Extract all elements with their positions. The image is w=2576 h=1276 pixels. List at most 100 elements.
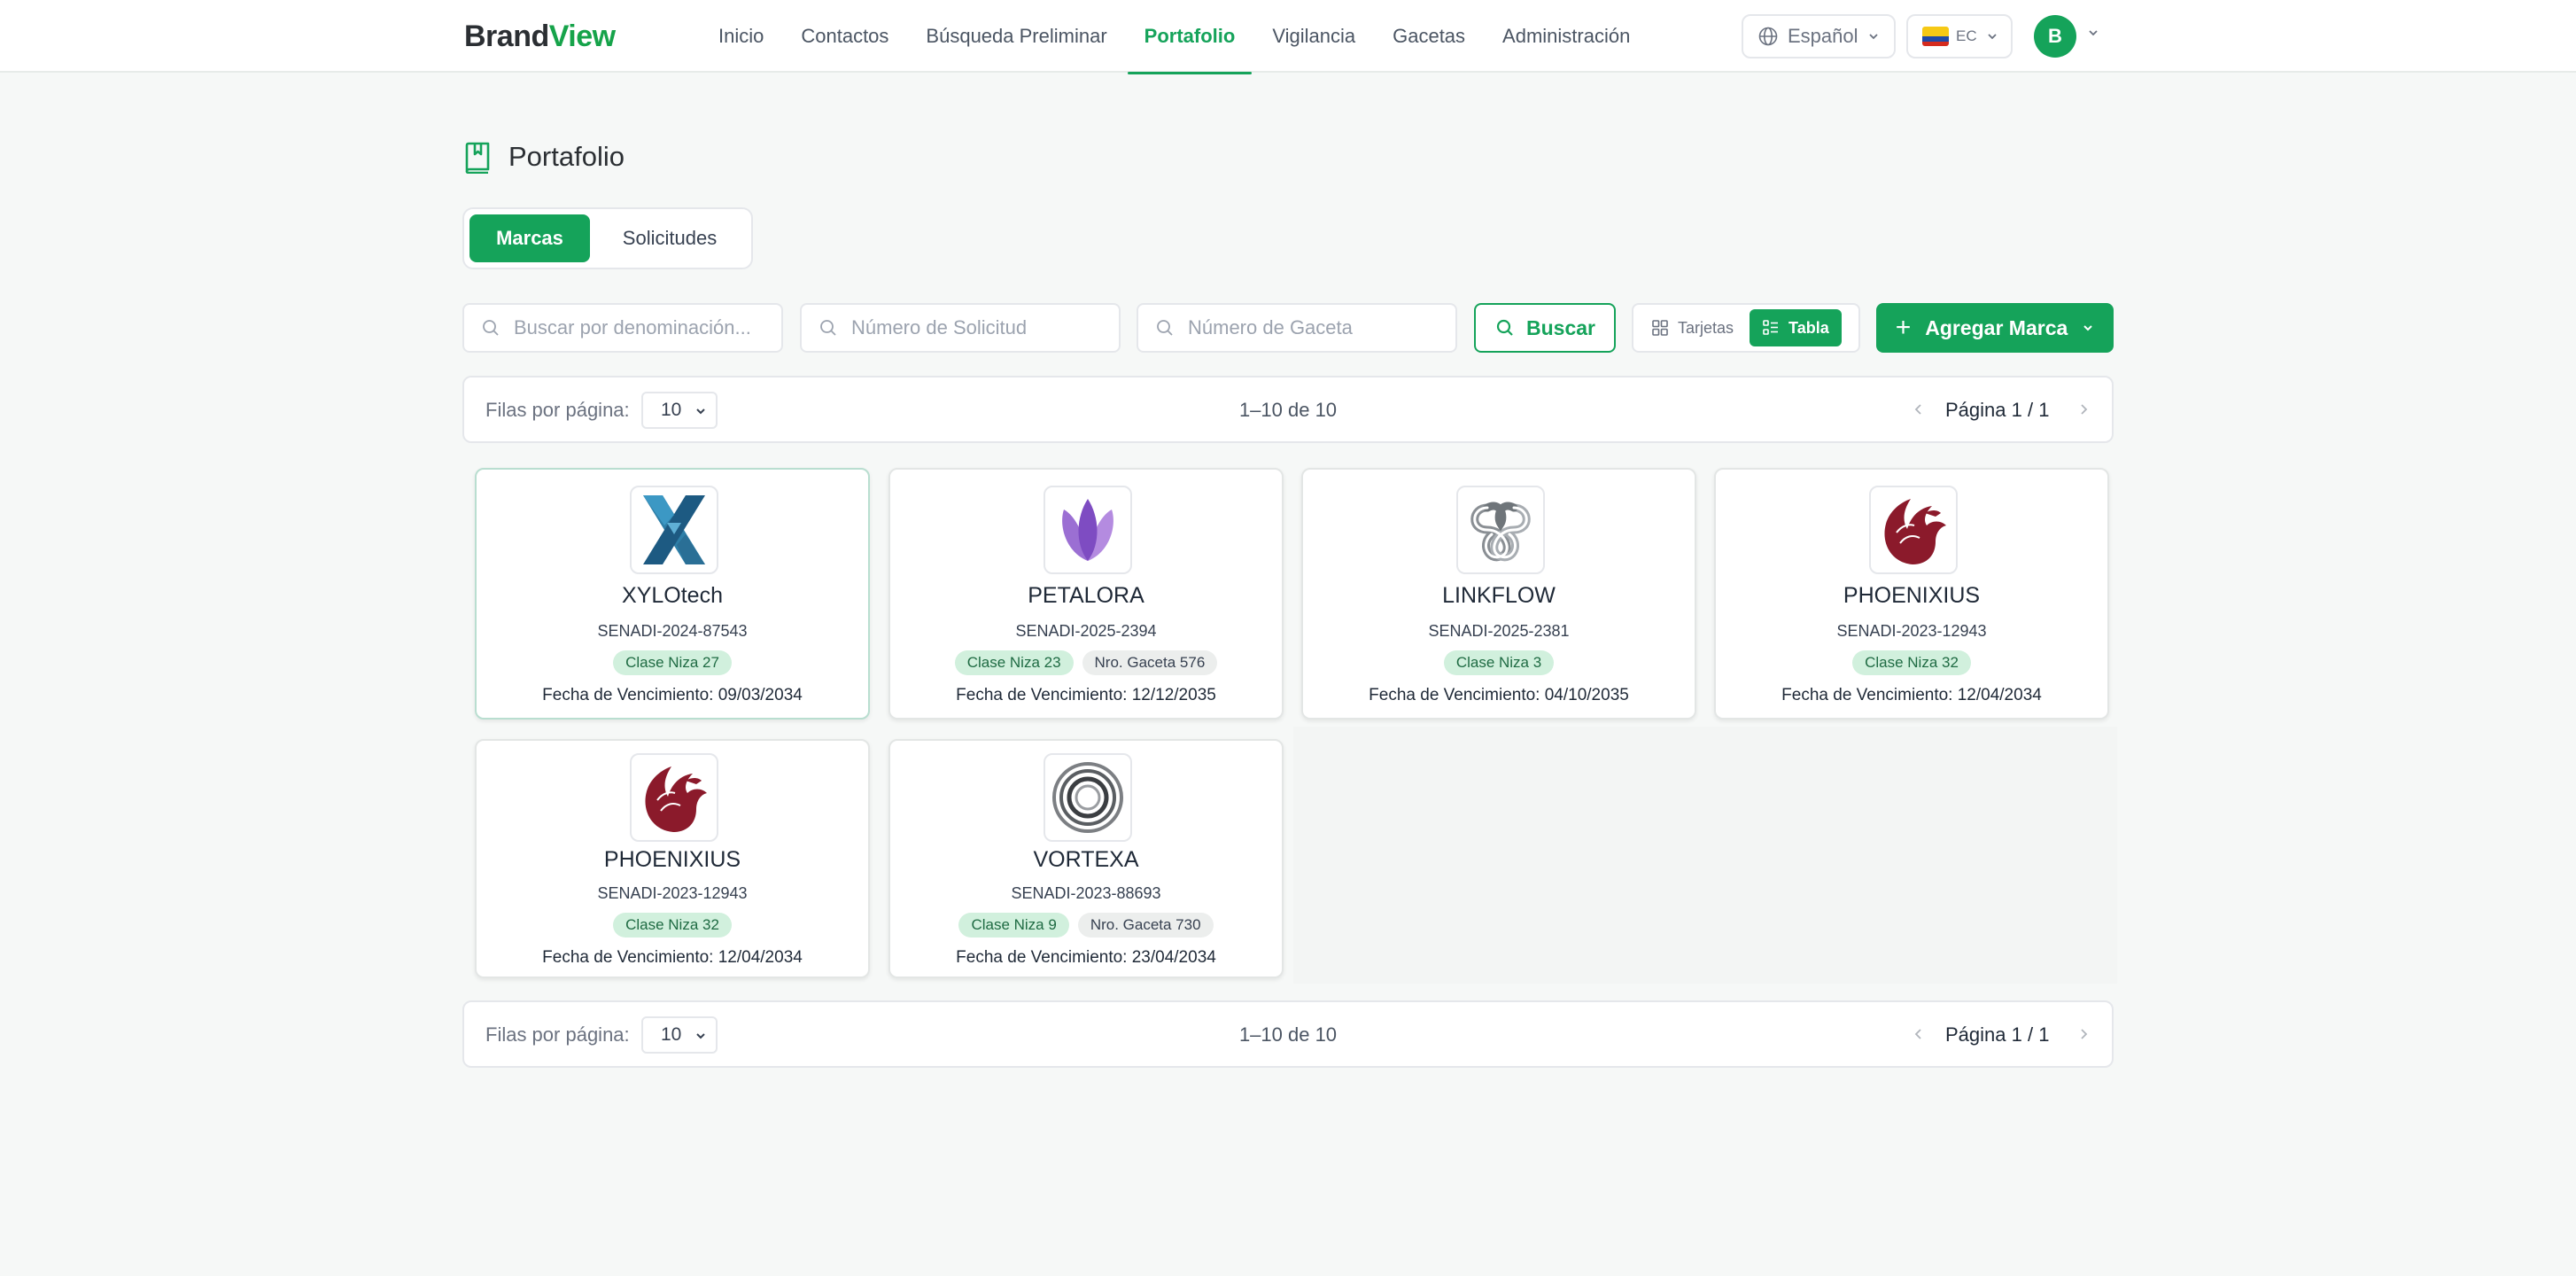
agregar-marca-button[interactable]: + Agregar Marca	[1876, 303, 2114, 353]
expiry-date: Fecha de Vencimiento: 12/12/2035	[956, 686, 1216, 704]
nav-inicio[interactable]: Inicio	[700, 0, 782, 73]
language-selector[interactable]: Español	[1742, 14, 1896, 58]
page-indicator: Página 1 / 1	[1945, 399, 2050, 421]
view-table-label: Tabla	[1788, 318, 1829, 337]
chevron-down-icon	[1987, 34, 1997, 40]
country-selector[interactable]: EC	[1906, 14, 2013, 58]
search-icon	[820, 320, 836, 336]
brand-card[interactable]: PETALORA SENADI-2025-2394 Clase Niza 23 …	[888, 468, 1284, 720]
brand-name: PHOENIXIUS	[1843, 583, 1981, 608]
brand-name: XYLOtech	[622, 583, 723, 608]
denominacion-search-field[interactable]	[462, 303, 783, 353]
brand-card[interactable]: PHOENIXIUS SENADI-2023-12943 Clase Niza …	[1714, 468, 2109, 720]
ecuador-flag-icon	[1922, 27, 1949, 46]
brand-name: PETALORA	[1028, 583, 1144, 608]
chevron-right-icon[interactable]	[2073, 1023, 2094, 1045]
vortexa-rings-logo	[1044, 753, 1132, 842]
expiry-date: Fecha de Vencimiento: 12/04/2034	[542, 948, 803, 967]
portfolio-book-icon	[465, 142, 490, 174]
brand-card[interactable]: PHOENIXIUS SENADI-2023-12943 Clase Niza …	[475, 739, 870, 978]
plus-icon: +	[1895, 313, 1912, 342]
table-list-icon	[1763, 320, 1779, 335]
cards-grid-empty-area	[1293, 727, 2117, 984]
brand-tags: Clase Niza 32	[477, 913, 868, 938]
phoenixius-bird-logo	[630, 753, 718, 842]
clase-niza-badge: Clase Niza 32	[1852, 650, 1971, 675]
buscar-button[interactable]: Buscar	[1474, 303, 1616, 353]
nav-gacetas[interactable]: Gacetas	[1374, 0, 1484, 73]
chevron-down-icon	[696, 1033, 705, 1039]
denominacion-search-input[interactable]	[514, 316, 781, 339]
brand-name: PHOENIXIUS	[603, 847, 741, 872]
gaceta-search-field[interactable]	[1137, 303, 1457, 353]
portfolio-tabs: Marcas Solicitudes	[462, 207, 753, 269]
user-menu-chevron-icon[interactable]	[2087, 27, 2099, 39]
clase-niza-badge: Clase Niza 27	[613, 650, 732, 675]
expiry-date: Fecha de Vencimiento: 09/03/2034	[542, 686, 803, 704]
brand-code: SENADI-2025-2394	[1015, 622, 1157, 640]
brand-code: SENADI-2023-12943	[1836, 622, 1987, 640]
country-code: EC	[1956, 27, 1977, 44]
brand-tags: Clase Niza 3	[1303, 650, 1695, 675]
buscar-label: Buscar	[1526, 315, 1595, 339]
linkflow-knot-logo	[1456, 486, 1545, 574]
clase-niza-badge: Clase Niza 9	[958, 913, 1069, 938]
brand-code: SENADI-2023-88693	[1011, 884, 1161, 902]
brandview-logo[interactable]: BrandView	[464, 18, 616, 55]
rows-per-page-label: Filas por página:	[485, 399, 630, 421]
brand-card[interactable]: LINKFLOW SENADI-2025-2381 Clase Niza 3 F…	[1301, 468, 1696, 720]
brand-code: SENADI-2024-87543	[597, 622, 748, 640]
brand-code: SENADI-2023-12943	[597, 884, 748, 902]
nav-portafolio[interactable]: Portafolio	[1126, 0, 1254, 74]
logo-view-text: View	[548, 19, 616, 53]
gaceta-search-input[interactable]	[1188, 316, 1455, 339]
brand-card[interactable]: VORTEXA SENADI-2023-88693 Clase Niza 9 N…	[888, 739, 1284, 978]
nav-contactos[interactable]: Contactos	[782, 0, 907, 73]
solicitud-search-input[interactable]	[851, 316, 1119, 339]
grid-icon	[1652, 320, 1668, 336]
expiry-date: Fecha de Vencimiento: 23/04/2034	[956, 948, 1216, 967]
view-table-button[interactable]: Tabla	[1750, 309, 1842, 346]
clase-niza-badge: Clase Niza 3	[1443, 650, 1555, 675]
rows-per-page-select[interactable]: 10	[641, 392, 718, 429]
pagination-bottom: Filas por página: 10 1–10 de 10 Página 1…	[462, 1000, 2114, 1068]
gaceta-badge: Nro. Gaceta 730	[1077, 913, 1214, 938]
brand-name: VORTEXA	[1033, 847, 1139, 872]
pagination-top: Filas por página: 10 1–10 de 10 Página 1…	[462, 376, 2114, 443]
chevron-left-icon[interactable]	[1908, 399, 1929, 420]
brand-card[interactable]: XYLOtech SENADI-2024-87543 Clase Niza 27…	[475, 468, 870, 720]
tab-solicitudes[interactable]: Solicitudes	[595, 214, 744, 262]
phoenixius-bird-logo	[1869, 486, 1958, 574]
gaceta-badge: Nro. Gaceta 576	[1082, 650, 1218, 675]
clase-niza-badge: Clase Niza 32	[613, 913, 732, 938]
tab-marcas[interactable]: Marcas	[469, 214, 590, 262]
view-cards-label: Tarjetas	[1678, 318, 1734, 337]
main-nav: Inicio Contactos Búsqueda Preliminar Por…	[700, 0, 1649, 74]
page-title: Portafolio	[508, 141, 625, 172]
brand-tags: Clase Niza 27	[477, 650, 868, 675]
nav-administracion[interactable]: Administración	[1484, 0, 1649, 73]
rows-per-page-select[interactable]: 10	[641, 1016, 718, 1054]
chevron-down-icon	[696, 408, 705, 415]
page-indicator: Página 1 / 1	[1945, 1023, 2050, 1046]
chevron-down-icon	[1868, 34, 1878, 40]
brand-tags: Clase Niza 32	[1716, 650, 2107, 675]
agregar-marca-label: Agregar Marca	[1925, 315, 2068, 339]
chevron-down-icon	[2083, 325, 2093, 331]
brand-tags: Clase Niza 23 Nro. Gaceta 576	[890, 650, 1282, 675]
top-navbar: BrandView Inicio Contactos Búsqueda Prel…	[0, 0, 2576, 74]
user-avatar[interactable]: B	[2034, 15, 2076, 58]
nav-vigilancia[interactable]: Vigilancia	[1253, 0, 1374, 73]
solicitud-search-field[interactable]	[800, 303, 1121, 353]
nav-busqueda-preliminar[interactable]: Búsqueda Preliminar	[907, 0, 1125, 73]
search-icon	[1496, 319, 1513, 336]
chevron-right-icon[interactable]	[2073, 399, 2094, 420]
language-label: Español	[1788, 25, 1858, 47]
chevron-left-icon[interactable]	[1908, 1023, 1929, 1045]
rows-per-page-value: 10	[661, 400, 682, 420]
expiry-date: Fecha de Vencimiento: 12/04/2034	[1781, 686, 2042, 704]
petalora-lotus-logo	[1044, 486, 1132, 574]
search-icon	[1157, 320, 1173, 336]
view-cards-button[interactable]: Tarjetas	[1639, 309, 1746, 346]
brand-tags: Clase Niza 9 Nro. Gaceta 730	[890, 913, 1282, 938]
